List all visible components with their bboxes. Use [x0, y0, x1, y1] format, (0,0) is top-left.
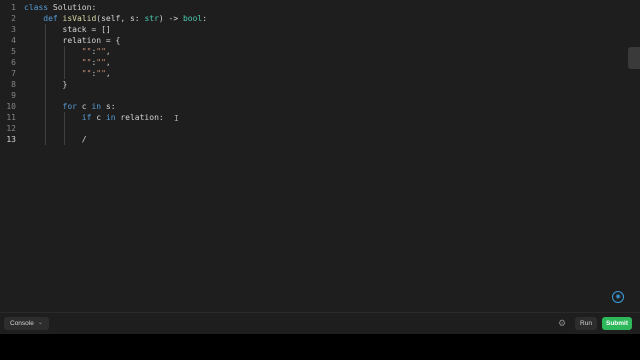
code-token: (self, s: [96, 14, 145, 23]
line-number: 4 [11, 36, 16, 45]
code-token: bool [182, 14, 203, 23]
code-token: : [202, 14, 208, 23]
line-number-gutter: 1 2 3 4 5 6 7 8 9 10 11 12 13 [0, 2, 18, 145]
line-number: 2 [11, 14, 16, 23]
line-number: 9 [11, 91, 16, 100]
code-token: for [62, 102, 77, 111]
code-area[interactable]: class Solution: def isValid(self, s: str… [24, 2, 584, 145]
line-number: 10 [6, 102, 16, 111]
code-token: str [144, 14, 159, 23]
code-token: Solution: [48, 3, 97, 12]
code-token: "" [81, 69, 92, 78]
line-number: 7 [11, 69, 16, 78]
bottom-bar [0, 334, 640, 360]
code-line[interactable]: class Solution: [24, 2, 584, 13]
code-token: stack = [] [24, 25, 111, 34]
line-number: 1 [11, 3, 16, 12]
code-token: , [105, 47, 111, 56]
code-token: if [81, 113, 92, 122]
code-line[interactable] [24, 123, 584, 134]
code-token: , [105, 58, 111, 67]
code-token: c [91, 113, 106, 122]
code-token: class [24, 3, 49, 12]
code-line[interactable] [24, 90, 584, 101]
code-token: , [105, 69, 111, 78]
line-number: 8 [11, 80, 16, 89]
code-token: s: [101, 102, 116, 111]
code-token: "" [81, 47, 92, 56]
code-token: relation: [115, 113, 164, 122]
code-line[interactable]: "":"", [24, 57, 584, 68]
line-number: 6 [11, 58, 16, 67]
line-number: 3 [11, 25, 16, 34]
code-token: ) -> [158, 14, 183, 23]
console-button[interactable]: Console ⌄ [4, 317, 49, 330]
code-editor[interactable]: 1 2 3 4 5 6 7 8 9 10 11 12 13 class Solution: def is… [0, 0, 640, 312]
code-token: "" [81, 58, 92, 67]
bottom-toolbar: Console ⌄ ⚙ Run Submit [0, 312, 640, 335]
submit-button[interactable]: Submit [602, 317, 632, 330]
code-token: "" [96, 69, 106, 78]
code-token: in [91, 102, 102, 111]
code-token: "" [96, 58, 106, 67]
code-line[interactable]: / [24, 134, 584, 145]
code-line[interactable]: if c in relation: [24, 112, 584, 123]
code-line[interactable]: def isValid(self, s: str) -> bool: [24, 13, 584, 24]
code-token: in [105, 113, 116, 122]
mouse-ibeam-cursor: I [174, 114, 179, 123]
code-line[interactable]: } [24, 79, 584, 90]
code-token: relation = { [24, 36, 121, 45]
gear-icon[interactable]: ⚙ [557, 318, 567, 328]
code-line[interactable]: "":"", [24, 46, 584, 57]
assistant-icon[interactable]: ◉ [612, 291, 624, 303]
line-number: 5 [11, 47, 16, 56]
scrollbar-tab[interactable] [628, 47, 640, 69]
line-number: 13 [6, 135, 16, 144]
code-token: "" [96, 47, 106, 56]
run-button[interactable]: Run [575, 317, 597, 330]
console-label: Console [10, 320, 34, 327]
line-number: 12 [6, 124, 16, 133]
code-token: isValid [62, 14, 97, 23]
line-number: 11 [6, 113, 16, 122]
code-token: } [24, 80, 68, 89]
code-token: def [43, 14, 58, 23]
code-token: c [76, 102, 92, 111]
chevron-down-icon: ⌄ [37, 320, 43, 326]
code-line[interactable]: stack = [] [24, 24, 584, 35]
code-line[interactable]: "":"", [24, 68, 584, 79]
code-line[interactable]: for c in s: [24, 101, 584, 112]
code-token: / [24, 135, 87, 144]
code-line[interactable]: relation = { [24, 35, 584, 46]
